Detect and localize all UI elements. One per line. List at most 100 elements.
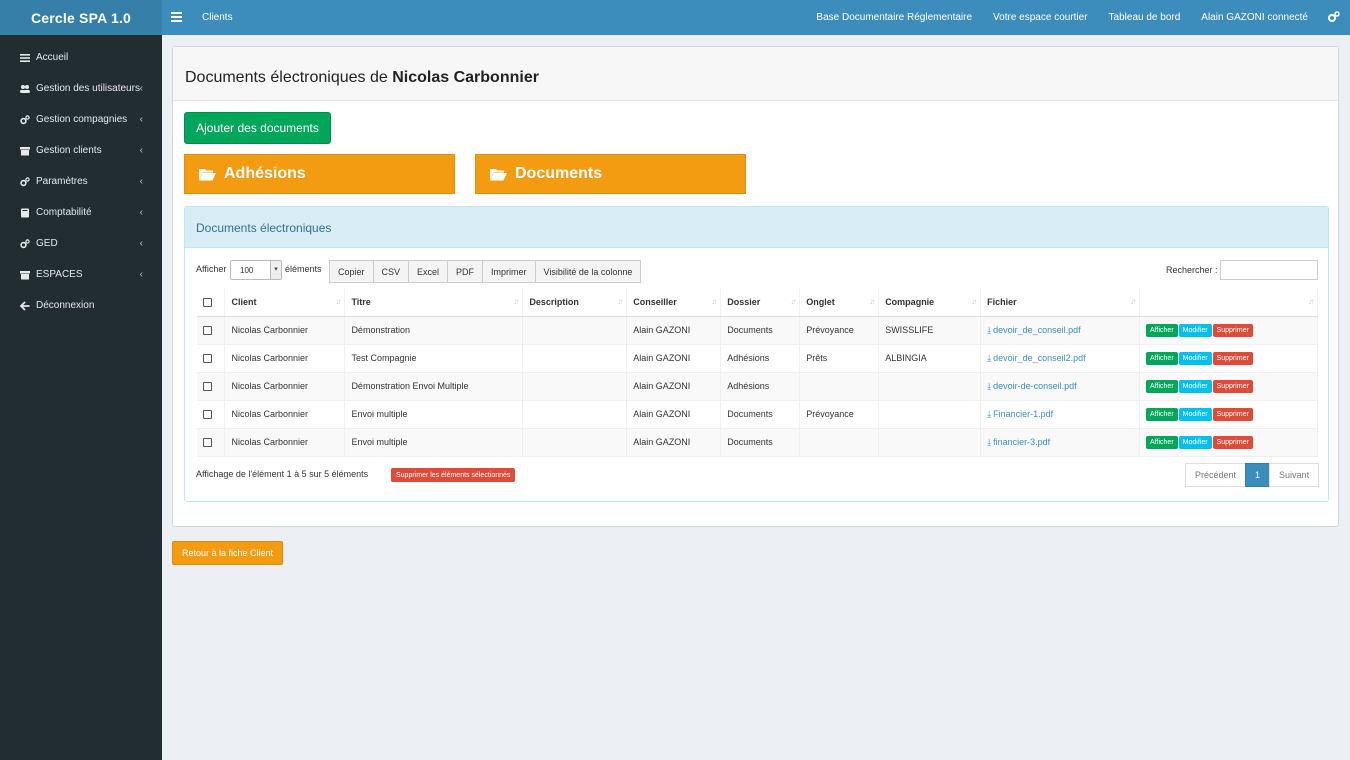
folder-documents-button[interactable]: Documents xyxy=(475,154,746,194)
sort-icon: ↓↑ xyxy=(513,297,519,306)
pdf-button[interactable]: PDF xyxy=(447,260,484,283)
view-button[interactable]: Afficher xyxy=(1146,407,1178,421)
cogs-icon[interactable] xyxy=(1328,11,1340,23)
print-button[interactable]: Imprimer xyxy=(482,260,536,283)
copy-button[interactable]: Copier xyxy=(329,260,374,283)
top-nav-links: Base Documentaire Réglementaire Votre es… xyxy=(816,12,1308,23)
nav-clients-link[interactable]: Clients xyxy=(202,12,233,23)
sidebar-item-accueil[interactable]: Accueil xyxy=(0,42,162,73)
sidebar-item-parametres[interactable]: Paramètres ‹ xyxy=(0,166,162,197)
pagination-next[interactable]: Suivant xyxy=(1269,463,1320,487)
back-to-client-button[interactable]: Retour à la fiche Client xyxy=(172,541,283,565)
edit-button[interactable]: Modifier xyxy=(1178,323,1212,337)
row-checkbox[interactable] xyxy=(203,326,212,336)
row-checkbox[interactable] xyxy=(203,382,212,392)
sidebar-item-label: Comptabilité xyxy=(36,207,92,218)
delete-button[interactable]: Supprimer xyxy=(1212,323,1253,337)
cell-fichier: ⤓ Financier-1.pdf xyxy=(980,400,1141,429)
app-brand[interactable]: Cercle SPA 1.0 xyxy=(0,0,162,35)
delete-button[interactable]: Supprimer xyxy=(1212,407,1253,421)
cell-actions: Afficher Modifier Supprimer xyxy=(1139,316,1318,345)
sidebar-item-clients[interactable]: Gestion clients ‹ xyxy=(0,135,162,166)
cogs-icon xyxy=(20,238,30,248)
nav-espace-courtier[interactable]: Votre espace courtier xyxy=(993,12,1088,23)
cell-compagnie xyxy=(878,400,982,429)
add-documents-button[interactable]: Ajouter des documents xyxy=(184,112,331,144)
column-label: Client xyxy=(231,296,257,307)
row-checkbox[interactable] xyxy=(203,354,212,364)
length-label: Afficher xyxy=(196,264,227,274)
sort-icon: ↓↑ xyxy=(1130,297,1136,306)
cell-client: Nicolas Carbonnier xyxy=(224,344,346,373)
sidebar-item-label: Accueil xyxy=(36,52,69,63)
excel-button[interactable]: Excel xyxy=(408,260,449,283)
sort-icon: ↓↑ xyxy=(971,297,977,306)
column-header-conseiller[interactable]: Conseiller ↓↑ xyxy=(626,288,722,317)
sort-icon: ↓↑ xyxy=(1308,297,1314,306)
cell-titre: Envoi multiple xyxy=(344,428,524,457)
table-row: Nicolas Carbonnier Démonstration Alain G… xyxy=(197,316,1318,345)
file-link[interactable]: Financier-1.pdf xyxy=(993,409,1053,419)
sidebar-item-ged[interactable]: GED ‹ xyxy=(0,228,162,259)
edit-button[interactable]: Modifier xyxy=(1178,435,1212,449)
file-link[interactable]: devoir-de-conseil.pdf xyxy=(993,381,1077,391)
page-length-select[interactable]: 100 ▾ xyxy=(230,260,282,280)
delete-button[interactable]: Supprimer xyxy=(1212,435,1253,449)
view-button[interactable]: Afficher xyxy=(1146,435,1178,449)
column-header-client[interactable]: Client ↓↑ xyxy=(224,288,346,317)
cell-conseiller: Alain GAZONI xyxy=(626,428,722,457)
folder-adhesions-button[interactable]: Adhésions xyxy=(184,154,455,194)
delete-button[interactable]: Supprimer xyxy=(1212,379,1253,393)
cell-actions: Afficher Modifier Supprimer xyxy=(1139,372,1318,401)
row-checkbox[interactable] xyxy=(203,438,212,448)
page-title-prefix: Documents électroniques de xyxy=(185,69,393,86)
nav-base-documentaire[interactable]: Base Documentaire Réglementaire xyxy=(816,12,972,23)
cell-client: Nicolas Carbonnier xyxy=(224,400,346,429)
column-visibility-button[interactable]: Visibilité de la colonne xyxy=(534,260,642,283)
column-header-titre[interactable]: Titre ↓↑ xyxy=(344,288,524,317)
row-checkbox[interactable] xyxy=(203,410,212,420)
view-button[interactable]: Afficher xyxy=(1146,351,1178,365)
folder-label: Adhésions xyxy=(224,165,306,182)
page-title: Documents électroniques de Nicolas Carbo… xyxy=(185,69,539,87)
view-button[interactable]: Afficher xyxy=(1146,379,1178,393)
sidebar-item-deconnexion[interactable]: Déconnexion xyxy=(0,290,162,321)
csv-button[interactable]: CSV xyxy=(372,260,410,283)
sidebar-item-comptabilite[interactable]: Comptabilité ‹ xyxy=(0,197,162,228)
nav-user-connected[interactable]: Alain GAZONI connecté xyxy=(1201,12,1308,23)
column-header-description[interactable]: Description ↓↑ xyxy=(522,288,628,317)
sidebar-item-compagnies[interactable]: Gestion compagnies ‹ xyxy=(0,104,162,135)
table-row: Nicolas Carbonnier Test Compagnie Alain … xyxy=(197,344,1318,373)
sidebar-item-utilisateurs[interactable]: Gestion des utilisateurs ‹ xyxy=(0,73,162,104)
delete-selected-button[interactable]: Supprimer les éléments sélectionnés xyxy=(391,468,516,482)
client-name: Nicolas Carbonnier xyxy=(392,69,539,86)
pagination-page-1[interactable]: 1 xyxy=(1245,463,1271,487)
edit-button[interactable]: Modifier xyxy=(1178,407,1212,421)
pagination-previous[interactable]: Précédent xyxy=(1185,463,1247,487)
file-link[interactable]: financier-3.pdf xyxy=(993,437,1050,447)
column-header-actions[interactable]: ↓↑ xyxy=(1139,288,1318,317)
bars-icon[interactable] xyxy=(171,12,182,22)
column-header-compagnie[interactable]: Compagnie ↓↑ xyxy=(878,288,982,317)
column-header-dossier[interactable]: Dossier ↓↑ xyxy=(720,288,801,317)
edit-button[interactable]: Modifier xyxy=(1178,351,1212,365)
view-button[interactable]: Afficher xyxy=(1146,323,1178,337)
row-select-cell xyxy=(197,372,226,401)
cell-client: Nicolas Carbonnier xyxy=(224,316,346,345)
cell-description xyxy=(522,316,628,345)
delete-button[interactable]: Supprimer xyxy=(1212,351,1253,365)
sidebar-item-espaces[interactable]: ESPACES ‹ xyxy=(0,259,162,290)
select-all-header xyxy=(197,288,226,317)
select-all-checkbox[interactable] xyxy=(203,297,212,307)
sidebar-item-label: Paramètres xyxy=(36,176,88,187)
cell-onglet xyxy=(799,428,880,457)
nav-tableau-de-bord[interactable]: Tableau de bord xyxy=(1109,12,1181,23)
chevron-left-icon: ‹ xyxy=(139,176,143,187)
edit-button[interactable]: Modifier xyxy=(1178,379,1212,393)
file-link[interactable]: devoir_de_conseil2.pdf xyxy=(993,353,1086,363)
column-header-onglet[interactable]: Onglet ↓↑ xyxy=(799,288,880,317)
file-link[interactable]: devoir_de_conseil.pdf xyxy=(993,325,1081,335)
search-input[interactable] xyxy=(1220,260,1318,280)
cell-actions: Afficher Modifier Supprimer xyxy=(1139,344,1318,373)
column-header-fichier[interactable]: Fichier ↓↑ xyxy=(980,288,1141,317)
